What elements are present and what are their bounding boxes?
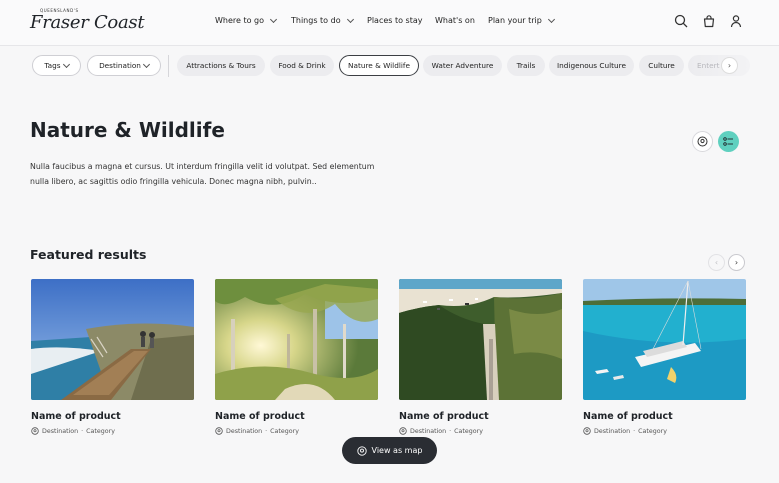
location-icon [215, 427, 223, 435]
nav-plan-your-trip[interactable]: Plan your trip [488, 15, 555, 25]
nav-label: Things to do [291, 16, 341, 25]
product-image-beach-aerial[interactable] [399, 279, 562, 400]
chip-indigenous-culture[interactable]: Indigenous Culture [549, 55, 634, 76]
chip-water-adventure[interactable]: Water Adventure [423, 55, 502, 76]
carousel-next-button[interactable]: › [728, 254, 745, 271]
chevron-right-icon: › [734, 258, 739, 267]
nav-whats-on[interactable]: What's on [435, 16, 475, 25]
product-destination: Destination [226, 427, 263, 435]
logo-wordmark: Fraser Coast [30, 12, 145, 33]
meta-separator: · [633, 427, 636, 435]
view-as-map-button[interactable]: View as map [342, 437, 437, 464]
view-as-map-label: View as map [371, 446, 423, 455]
map-view-toggle[interactable] [692, 131, 713, 152]
chip-trails[interactable]: Trails [507, 55, 545, 76]
product-image-forest[interactable] [215, 279, 378, 400]
product-destination: Destination [42, 427, 79, 435]
product-category: Category [454, 427, 483, 435]
product-destination: Destination [594, 427, 631, 435]
chevron-down-icon [547, 15, 555, 23]
product-card[interactable]: Name of product Destination · Category [215, 279, 378, 435]
dropdown-label: Destination [99, 61, 141, 70]
chevron-down-icon [346, 15, 354, 23]
product-category: Category [638, 427, 667, 435]
product-name: Name of product [215, 411, 305, 422]
chip-attractions-tours[interactable]: Attractions & Tours [177, 55, 265, 76]
meta-separator: · [81, 427, 84, 435]
chip-entertainment[interactable]: Entert [688, 55, 750, 76]
page-description: Nulla faucibus a magna et cursus. Ut int… [30, 162, 375, 186]
product-category: Category [270, 427, 299, 435]
product-meta: Destination · Category [399, 427, 562, 435]
nav-where-to-go[interactable]: Where to go [215, 15, 278, 25]
location-icon [399, 427, 407, 435]
filter-bar: Tags Destination Attractions & Tours Foo… [0, 46, 779, 86]
chip-culture[interactable]: Culture [639, 55, 684, 76]
chevron-right-icon: › [727, 61, 732, 70]
product-meta: Destination · Category [31, 427, 194, 435]
nav-places-to-stay[interactable]: Places to stay [367, 16, 423, 25]
map-pin-icon [697, 136, 708, 147]
featured-results-heading: Featured results [30, 247, 147, 262]
product-meta: Destination · Category [583, 427, 746, 435]
nav-things-to-do[interactable]: Things to do [291, 15, 354, 25]
product-name: Name of product [583, 411, 673, 422]
nav-label: Places to stay [367, 16, 423, 25]
meta-separator: · [265, 427, 268, 435]
nav-label: Where to go [215, 16, 265, 25]
fraser-coast-logo[interactable]: QUEENSLAND'S Fraser Coast [30, 8, 145, 36]
product-card[interactable]: Name of product Destination · Category [399, 279, 562, 435]
chevron-down-icon [269, 15, 278, 23]
destination-dropdown[interactable]: Destination [87, 55, 161, 76]
product-category: Category [86, 427, 115, 435]
product-name: Name of product [399, 411, 489, 422]
tags-dropdown[interactable]: Tags [32, 55, 81, 76]
user-icon[interactable] [729, 14, 743, 28]
chip-food-drink[interactable]: Food & Drink [270, 55, 334, 76]
product-destination: Destination [410, 427, 447, 435]
map-pin-icon [356, 445, 367, 456]
dropdown-label: Tags [44, 61, 61, 70]
product-card[interactable]: Name of product Destination · Category [583, 279, 746, 435]
product-meta: Destination · Category [215, 427, 378, 435]
product-card[interactable]: Name of product Destination · Category [31, 279, 194, 435]
filter-scroll-right-button[interactable]: › [721, 57, 738, 74]
product-image-catamaran[interactable] [583, 279, 746, 400]
product-image-boardwalk[interactable] [31, 279, 194, 400]
site-header: QUEENSLAND'S Fraser Coast Where to go Th… [0, 0, 779, 46]
product-name: Name of product [31, 411, 121, 422]
page-title: Nature & Wildlife [30, 118, 225, 142]
nav-label: What's on [435, 16, 475, 25]
carousel-prev-button[interactable]: ‹ [708, 254, 725, 271]
filter-divider [168, 55, 169, 77]
chip-nature-wildlife[interactable]: Nature & Wildlife [339, 55, 419, 76]
search-icon[interactable] [674, 14, 688, 28]
location-icon [31, 427, 39, 435]
nav-label: Plan your trip [488, 16, 542, 25]
list-view-toggle[interactable] [718, 131, 739, 152]
chevron-down-icon [142, 60, 150, 68]
list-icon [723, 137, 733, 146]
chevron-left-icon: ‹ [714, 258, 719, 267]
chevron-down-icon [62, 60, 70, 68]
bag-icon[interactable] [702, 14, 716, 28]
location-icon [583, 427, 591, 435]
meta-separator: · [449, 427, 452, 435]
